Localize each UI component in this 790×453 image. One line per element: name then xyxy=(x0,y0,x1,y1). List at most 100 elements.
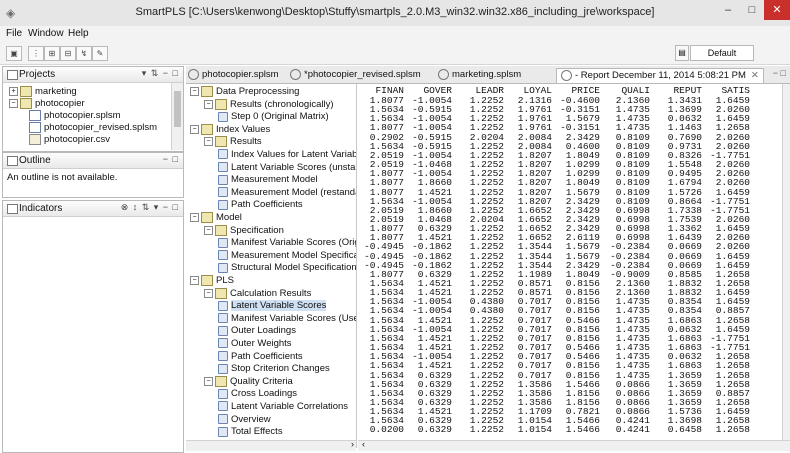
report-tree-item[interactable]: Step 0 (Original Matrix) xyxy=(218,111,329,123)
file-photocopier-splsm[interactable]: photocopier.splsm xyxy=(29,110,121,122)
report-tree-label: Manifest Variable Scores (Used) xyxy=(231,312,357,324)
report-tree-item[interactable]: Outer Weights xyxy=(218,338,292,350)
connect-icon[interactable]: ↯ xyxy=(76,46,92,61)
report-tree: − Data Preprocessing − Results (chronologic… xyxy=(186,84,357,448)
report-tree-label: Calculation Results xyxy=(230,287,312,299)
perspective-default-button[interactable]: Default xyxy=(690,45,754,61)
project-photocopier[interactable]: − photocopier xyxy=(9,98,85,110)
report-tree-item[interactable]: Path Coefficients xyxy=(218,199,303,211)
model-icon[interactable]: ⊟ xyxy=(60,46,76,61)
report-tree-item[interactable]: Cross Loadings xyxy=(218,388,297,400)
report-tree-item[interactable]: − Index Values xyxy=(190,123,270,136)
report-item-icon xyxy=(218,300,228,311)
collapse-icon[interactable]: − xyxy=(204,137,213,147)
table-cell: 0.6329 xyxy=(417,424,452,436)
report-tree-item[interactable]: − Results (chronologically) xyxy=(204,98,334,111)
report-tree-item[interactable]: Latent Variable Correlations xyxy=(218,401,348,413)
report-tree-item[interactable]: − Specification xyxy=(204,224,284,237)
scroll-left-arrow[interactable]: ‹ xyxy=(362,439,365,449)
report-item-icon xyxy=(218,363,228,374)
report-tree-hscrollbar[interactable]: › xyxy=(186,439,356,451)
report-item-icon xyxy=(218,313,228,324)
projects-panel-header: Projects ▾ ⇅ − □ xyxy=(3,67,183,83)
report-tree-label: Path Coefficients xyxy=(231,199,303,211)
report-tree-item[interactable]: Manifest Variable Scores (Original) xyxy=(218,237,356,249)
report-item-icon xyxy=(218,174,228,185)
report-tree-item[interactable]: Manifest Variable Scores (Used) xyxy=(218,312,357,325)
report-tree-item[interactable]: Measurement Model (restandardised) xyxy=(218,187,356,199)
report-tree-label: Structural Model Specification xyxy=(231,262,357,274)
project-icon xyxy=(20,98,32,109)
save-icon[interactable]: ▣ xyxy=(6,46,22,61)
report-tree-item[interactable]: Index Values for Latent Variables xyxy=(218,149,356,161)
report-tree-item[interactable]: − Quality Criteria xyxy=(204,375,293,388)
collapse-icon[interactable]: − xyxy=(204,225,213,235)
file-photocopier-csv[interactable]: photocopier.csv xyxy=(29,134,110,146)
collapse-icon[interactable]: − xyxy=(190,276,199,285)
editor-minmax-icons[interactable]: − □ xyxy=(773,68,786,78)
scroll-right-arrow[interactable]: › xyxy=(351,439,354,449)
projects-scrollbar[interactable] xyxy=(171,83,183,150)
minimize-button[interactable]: – xyxy=(716,0,740,20)
menu-file[interactable]: File xyxy=(6,28,22,39)
expand-icon[interactable]: + xyxy=(9,87,18,96)
report-tree-label: Total Effects xyxy=(231,426,283,438)
report-tree-item[interactable]: − Results xyxy=(204,136,262,148)
open-perspective-icon[interactable]: ▤ xyxy=(675,45,689,61)
report-tree-item[interactable]: − Model xyxy=(190,212,242,224)
projects-view-tools[interactable]: ▾ ⇅ − □ xyxy=(142,68,179,79)
report-tree-item[interactable]: Latent Variable Scores xyxy=(218,300,327,312)
tab-photocopier-revised[interactable]: *photocopier_revised.splsm xyxy=(290,68,421,82)
maximize-button[interactable]: □ xyxy=(740,0,764,20)
report-tree-item[interactable]: Latent Variable Scores (unstandardised) xyxy=(218,162,356,174)
report-tree-item[interactable]: Overview xyxy=(218,414,271,426)
collapse-icon[interactable]: − xyxy=(204,288,213,298)
report-tree-label: Specification xyxy=(230,224,284,236)
report-tree-item[interactable]: Path Coefficients xyxy=(218,351,303,363)
indicators-view-tools[interactable]: ⊗ ↕ ⇅ ▾ − □ xyxy=(121,202,179,213)
report-tree-item[interactable]: − Calculation Results xyxy=(204,287,312,300)
indicators-view-icon xyxy=(7,204,18,214)
outline-view-tools[interactable]: − □ xyxy=(163,154,179,164)
report-tree-label: Results (chronologically) xyxy=(230,98,334,110)
report-tree-item[interactable]: Structural Model Specification xyxy=(218,262,357,274)
folder-icon xyxy=(201,212,213,223)
collapse-icon[interactable]: − xyxy=(9,99,18,108)
tab-photocopier[interactable]: photocopier.splsm xyxy=(188,68,279,82)
collapse-icon[interactable]: − xyxy=(190,87,199,96)
indicators-panel-title: Indicators xyxy=(19,203,63,214)
file-photocopier-revised-splsm[interactable]: photocopier_revised.splsm xyxy=(29,122,157,134)
table-hscrollbar[interactable]: ‹ xyxy=(358,439,790,451)
report-tree-item[interactable]: Measurement Model xyxy=(218,174,318,186)
indicators-panel: Indicators ⊗ ↕ ⇅ ▾ − □ xyxy=(2,200,184,453)
report-tree-item[interactable]: Outer Loadings xyxy=(218,325,296,337)
collapse-icon[interactable]: − xyxy=(204,99,213,109)
latent-variable-scores-table: FINAN GOVER LEADR LOYAL PRICE QUALI REPUT SATIS… xyxy=(358,84,782,440)
menu-help[interactable]: Help xyxy=(68,28,89,39)
collapse-icon[interactable]: − xyxy=(204,376,213,386)
project-icon xyxy=(20,86,32,97)
tab-report[interactable]: - Report December 11, 2014 5:08:21 PM ✕ xyxy=(556,68,764,83)
close-button[interactable]: ✕ xyxy=(764,0,790,20)
close-tab-icon[interactable]: ✕ xyxy=(751,70,759,81)
calculate-icon[interactable]: ✎ xyxy=(92,46,108,61)
report-tree-item[interactable]: Stop Criterion Changes xyxy=(218,363,330,375)
editor-tab-bar: photocopier.splsm *photocopier_revised.s… xyxy=(186,66,790,84)
report-tree-item[interactable]: Total Effects xyxy=(218,426,283,438)
collapse-icon[interactable]: − xyxy=(190,213,199,222)
report-tree-item[interactable]: − PLS xyxy=(190,275,234,287)
report-tree-item[interactable]: − Data Preprocessing xyxy=(190,86,299,98)
tab-marketing[interactable]: marketing.splsm xyxy=(438,68,521,82)
report-tree-label: Quality Criteria xyxy=(230,375,293,387)
scroll-thumb[interactable] xyxy=(174,91,181,127)
report-tree-item[interactable]: Measurement Model Specification xyxy=(218,250,356,262)
menu-window[interactable]: Window xyxy=(28,28,64,39)
project-marketing[interactable]: + marketing xyxy=(9,86,77,98)
grid-icon[interactable]: ⊞ xyxy=(44,46,60,61)
table-vscrollbar[interactable] xyxy=(782,84,790,440)
collapse-icon[interactable]: − xyxy=(190,124,199,134)
report-item-icon xyxy=(218,388,228,399)
layout-icon[interactable]: ⋮ xyxy=(28,46,44,61)
report-tree-label: PLS xyxy=(216,275,234,287)
outline-panel: Outline − □ An outline is not available. xyxy=(2,152,184,198)
